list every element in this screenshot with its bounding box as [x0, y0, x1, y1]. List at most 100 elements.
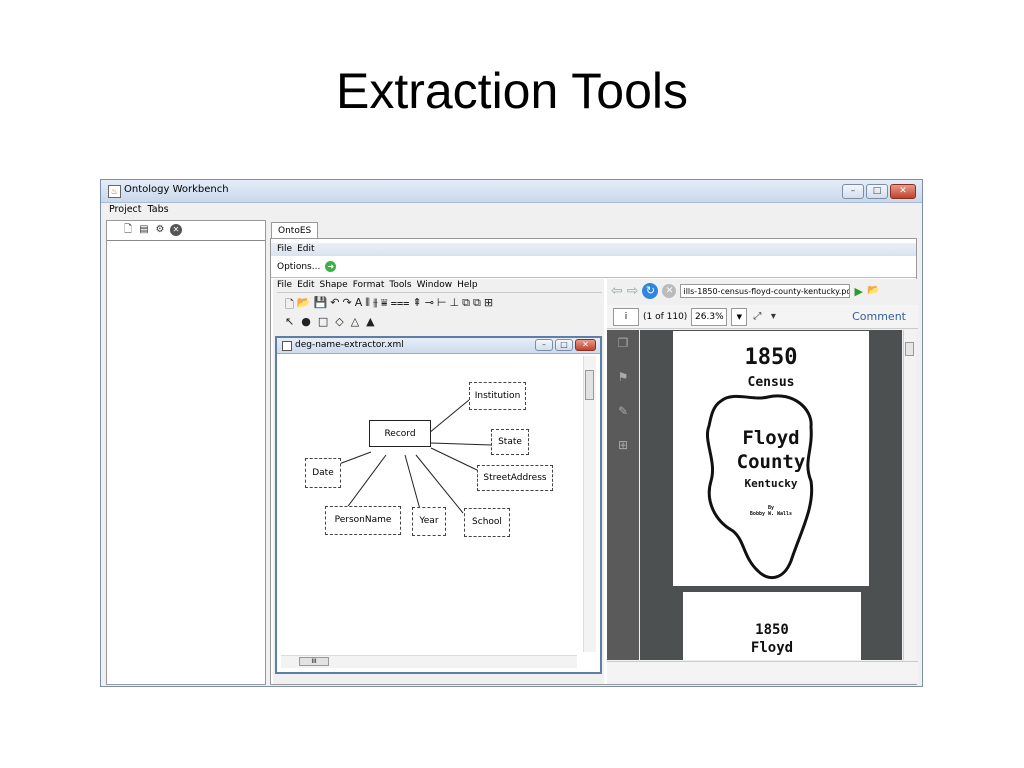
- pdf-viewer: ⇦ ⇨ ↻ ✕ ills-1850-census-floyd-county-ke…: [607, 279, 918, 684]
- align-left-icon[interactable]: ⫴: [365, 296, 370, 315]
- search-binoculars-icon[interactable]: ⊞: [615, 438, 631, 454]
- page1-year: 1850: [744, 345, 798, 370]
- minimize-button[interactable]: –: [842, 184, 864, 199]
- forward-arrow-icon[interactable]: ⇨: [627, 283, 639, 299]
- menu-tabs[interactable]: Tabs: [148, 203, 169, 217]
- pointer-icon[interactable]: ↖: [285, 315, 294, 328]
- edge-record-state: [430, 442, 492, 446]
- page2-year: 1850: [755, 622, 789, 638]
- triangle-outline-icon[interactable]: △: [351, 315, 359, 328]
- menu-dropdown-icon[interactable]: ▾: [767, 311, 779, 323]
- bookmark-icon[interactable]: ⚑: [615, 370, 631, 386]
- go-arrow-icon[interactable]: ▶: [854, 285, 862, 298]
- page-count-label: (1 of 110): [643, 311, 688, 322]
- run-arrow-icon[interactable]: ➜: [325, 261, 337, 272]
- send-back-icon[interactable]: ⧉: [473, 296, 481, 315]
- ontology-canvas[interactable]: Record Institution State Date StreetAddr…: [281, 356, 577, 652]
- align-top-icon[interactable]: ⩸: [381, 296, 388, 315]
- stop-icon[interactable]: ✕: [662, 284, 677, 298]
- project-panel: 🗋 ▤ ⚙ ✕: [106, 220, 266, 685]
- bring-front-icon[interactable]: ⧉: [462, 296, 470, 315]
- open-folder-icon[interactable]: 📂: [297, 296, 311, 315]
- node-date[interactable]: Date: [305, 458, 341, 488]
- window-controls: – □ ✕: [842, 184, 916, 199]
- zoom-select[interactable]: 26.3%: [691, 307, 728, 326]
- rectangle-shape-icon[interactable]: □: [318, 315, 328, 328]
- zoom-dropdown-icon[interactable]: ▼: [731, 307, 748, 326]
- node-institution[interactable]: Institution: [469, 382, 526, 410]
- node-year[interactable]: Year: [412, 507, 446, 536]
- attachment-icon[interactable]: ✎: [615, 404, 631, 420]
- ontoes-menu-file[interactable]: File: [277, 243, 292, 256]
- internal-frame-titlebar[interactable]: deg-name-extractor.xml – □ ✕: [277, 338, 600, 354]
- editor-menu-tools[interactable]: Tools: [389, 279, 411, 292]
- ontoes-menu-edit[interactable]: Edit: [297, 243, 314, 256]
- dot-shape-icon[interactable]: ●: [301, 315, 311, 328]
- node-street-address[interactable]: StreetAddress: [477, 465, 553, 491]
- undo-icon[interactable]: ↶: [330, 296, 339, 315]
- menu-project[interactable]: Project: [109, 203, 142, 217]
- group-icon[interactable]: ⊞: [484, 296, 493, 315]
- page2-floyd: Floyd: [750, 640, 794, 656]
- back-arrow-icon[interactable]: ⇦: [611, 283, 623, 299]
- align-right-icon[interactable]: ⫵: [373, 296, 378, 315]
- canvas-vertical-scrollbar[interactable]: [583, 356, 596, 652]
- edge-record-school: [415, 454, 464, 514]
- pdf-document-view[interactable]: 1850 Census Floyd County Kentucky By Bob…: [640, 330, 902, 660]
- page1-author: Bobby W. Walls: [749, 511, 793, 517]
- pdf-scroll-thumb[interactable]: [905, 342, 914, 356]
- ontology-workbench-window: ♨ Ontology Workbench – □ ✕ Project Tabs …: [100, 179, 923, 687]
- internal-maximize-button[interactable]: □: [555, 339, 573, 351]
- internal-minimize-button[interactable]: –: [535, 339, 553, 351]
- close-button[interactable]: ✕: [890, 184, 916, 199]
- node-school[interactable]: School: [464, 508, 510, 537]
- open-project-icon[interactable]: ▤: [138, 224, 150, 236]
- pages-icon[interactable]: ❐: [615, 336, 631, 352]
- node-state[interactable]: State: [491, 429, 529, 455]
- refresh-icon[interactable]: ↻: [642, 283, 659, 299]
- tab-ontoes[interactable]: OntoES: [271, 222, 319, 239]
- expand-icon[interactable]: ⤢: [751, 311, 763, 323]
- java-app-icon: ♨: [108, 185, 121, 198]
- window-titlebar[interactable]: ♨ Ontology Workbench – □ ✕: [101, 180, 922, 203]
- settings-icon[interactable]: ⚙: [154, 224, 166, 236]
- distribute-h-icon[interactable]: ⊢: [437, 296, 447, 315]
- editor-menu-format[interactable]: Format: [353, 279, 385, 292]
- editor-menu-file[interactable]: File: [277, 279, 292, 292]
- distribute-v-icon[interactable]: ⊥: [450, 296, 460, 315]
- align-bottom-icon[interactable]: ⩶: [391, 296, 410, 315]
- vertical-scroll-thumb[interactable]: [585, 370, 594, 400]
- horizontal-scroll-thumb[interactable]: III: [299, 657, 329, 666]
- comment-button[interactable]: Comment: [852, 310, 906, 323]
- pdf-vertical-scrollbar[interactable]: [903, 330, 916, 660]
- editor-menu-shape[interactable]: Shape: [320, 279, 348, 292]
- editor-menu-window[interactable]: Window: [417, 279, 453, 292]
- edge-record-date: [338, 451, 372, 465]
- open-folder-icon[interactable]: 📂: [867, 285, 879, 297]
- new-project-icon[interactable]: 🗋: [122, 224, 134, 236]
- internal-close-button[interactable]: ✕: [575, 339, 596, 351]
- internal-frame-deg-name-extractor: deg-name-extractor.xml – □ ✕ Record Inst…: [275, 336, 602, 674]
- editor-menu-help[interactable]: Help: [457, 279, 478, 292]
- editor-menu-edit[interactable]: Edit: [297, 279, 314, 292]
- font-icon[interactable]: A: [355, 296, 363, 315]
- divider: [271, 277, 916, 278]
- page1-kentucky: Kentucky: [744, 477, 798, 490]
- maximize-button[interactable]: □: [866, 184, 888, 199]
- redo-icon[interactable]: ↷: [342, 296, 351, 315]
- align-middle-icon[interactable]: ⇞: [412, 296, 421, 315]
- ontoes-menubar: File Edit: [271, 243, 916, 256]
- diamond-shape-icon[interactable]: ◇: [335, 315, 343, 328]
- connect-icon[interactable]: ⊸: [425, 296, 434, 315]
- page-number-input[interactable]: i: [613, 307, 639, 326]
- close-circle-icon[interactable]: ✕: [170, 224, 182, 236]
- save-icon[interactable]: 💾: [314, 296, 328, 315]
- canvas-horizontal-scrollbar[interactable]: III: [281, 655, 577, 668]
- node-record[interactable]: Record: [369, 420, 431, 447]
- new-file-icon[interactable]: 🗋: [285, 296, 294, 315]
- url-field[interactable]: ills-1850-census-floyd-county-kentucky.p…: [680, 284, 851, 298]
- node-person-name[interactable]: PersonName: [325, 506, 401, 535]
- options-button[interactable]: Options...: [277, 262, 320, 272]
- triangle-filled-icon[interactable]: ▲: [366, 315, 374, 328]
- relationship-lines: [338, 399, 492, 514]
